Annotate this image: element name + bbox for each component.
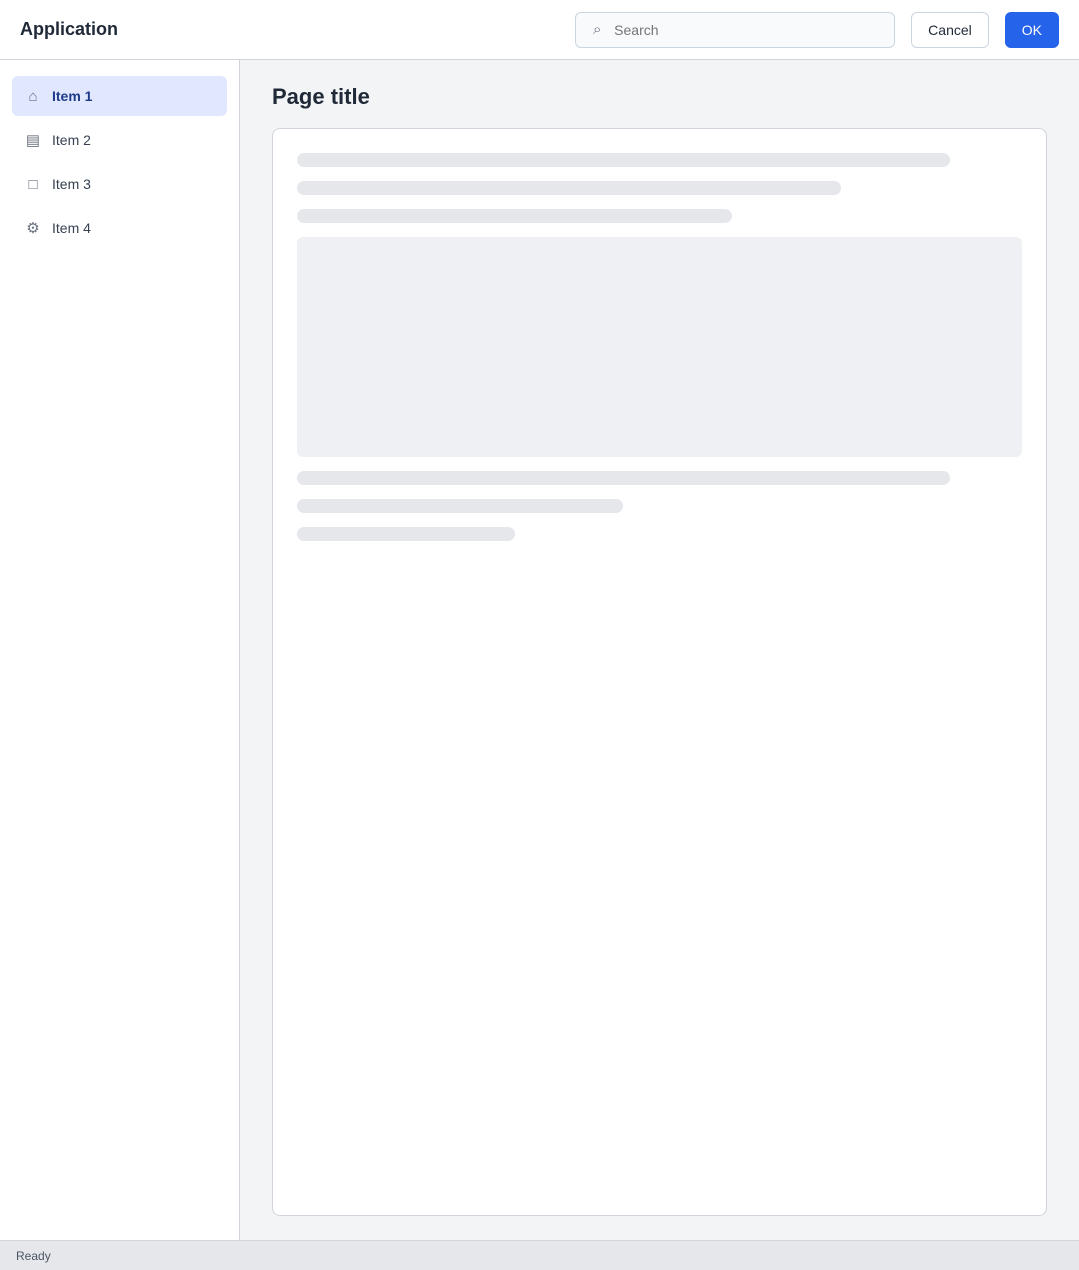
main-content: Page title: [240, 60, 1079, 1240]
status-bar: Ready: [0, 1240, 1079, 1270]
sidebar: ⌂ Item 1 ▤ Item 2 □ Item 3 ⚙ Item 4: [0, 60, 240, 1240]
page-title: Page title: [272, 84, 370, 109]
app-window: Application ⌕ Cancel OK ⌂ Item 1 ▤ Item …: [0, 0, 1079, 1270]
app-title: Application: [20, 19, 118, 39]
placeholder-block: [297, 237, 1022, 457]
placeholder-line: [297, 181, 841, 195]
sidebar-item-label: Item 4: [52, 220, 91, 236]
placeholder-line: [297, 527, 515, 541]
placeholder-line: [297, 471, 950, 485]
top-bar: Application ⌕ Cancel OK: [0, 0, 1079, 60]
cancel-button[interactable]: Cancel: [911, 11, 989, 48]
body-row: ⌂ Item 1 ▤ Item 2 □ Item 3 ⚙ Item 4 Page…: [0, 60, 1079, 1240]
placeholder-line: [297, 499, 624, 513]
sidebar-item-2[interactable]: ▤ Item 2: [12, 120, 227, 160]
settings-icon: ⚙: [26, 220, 40, 237]
sidebar-item-label: Item 2: [52, 132, 91, 148]
sidebar-item-3[interactable]: □ Item 3: [12, 164, 227, 204]
sidebar-item-1[interactable]: ⌂ Item 1: [12, 76, 227, 116]
home-icon: ⌂: [28, 87, 38, 105]
content-panel: [272, 128, 1047, 1216]
status-text: Ready: [16, 1248, 51, 1263]
folder-icon: ▤: [25, 132, 41, 149]
placeholder-line: [297, 209, 732, 223]
search-input[interactable]: [614, 21, 883, 38]
placeholder-line: [297, 153, 950, 167]
search-box[interactable]: ⌕: [575, 11, 896, 48]
search-icon: ⌕: [592, 21, 602, 38]
document-icon: □: [28, 175, 38, 193]
sidebar-item-label: Item 1: [52, 88, 93, 104]
sidebar-item-label: Item 3: [52, 176, 91, 192]
sidebar-item-4[interactable]: ⚙ Item 4: [12, 208, 227, 248]
ok-button[interactable]: OK: [1004, 11, 1059, 48]
